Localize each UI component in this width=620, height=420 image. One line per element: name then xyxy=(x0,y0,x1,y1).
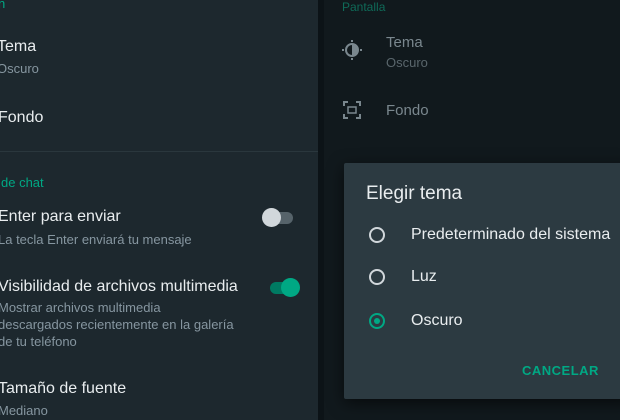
font-size-title: Tamaño de fuente xyxy=(0,380,127,397)
media-visibility-title: Visibilidad de archivos multimedia xyxy=(0,278,238,295)
choose-theme-dialog: Elegir tema Predeterminado del sistema L… xyxy=(344,163,620,399)
media-visibility-description-line2: descargados recientemente en la galería xyxy=(0,317,234,332)
cancel-button[interactable]: CANCELAR xyxy=(522,363,599,378)
enter-to-send-toggle[interactable] xyxy=(262,208,294,228)
theme-value: Oscuro xyxy=(0,61,39,76)
display-section-header: n xyxy=(0,0,6,11)
settings-panel-left: n Tema Oscuro Fondo de chat Enter para e… xyxy=(0,0,318,420)
dialog-title: Elegir tema xyxy=(366,183,463,204)
radio-button-dark[interactable] xyxy=(369,313,385,329)
media-visibility-toggle[interactable] xyxy=(268,278,302,298)
option-label-light: Luz xyxy=(411,268,437,285)
radio-button-system[interactable] xyxy=(369,227,385,243)
font-size-value: Mediano xyxy=(0,403,48,418)
theme-icon xyxy=(342,40,362,60)
enter-to-send-title: Enter para enviar xyxy=(0,208,121,225)
media-visibility-description-line3: de tu teléfono xyxy=(0,334,77,349)
wallpaper-icon xyxy=(343,101,361,119)
divider xyxy=(0,151,318,152)
wallpaper-title: Fondo xyxy=(0,109,44,126)
media-visibility-description-line1: Mostrar archivos multimedia xyxy=(0,300,161,315)
option-label-dark: Oscuro xyxy=(411,312,463,329)
display-section-header: Pantalla xyxy=(342,0,386,14)
option-label-system: Predeterminado del sistema xyxy=(411,226,611,243)
toggle-thumb xyxy=(281,278,300,297)
theme-title: Tema xyxy=(386,34,423,51)
wallpaper-title: Fondo xyxy=(386,102,429,119)
theme-title: Tema xyxy=(0,38,37,55)
toggle-thumb xyxy=(262,208,281,227)
radio-button-light[interactable] xyxy=(369,269,385,285)
enter-to-send-description: La tecla Enter enviará tu mensaje xyxy=(0,232,192,247)
theme-value: Oscuro xyxy=(386,55,428,70)
chat-settings-header: de chat xyxy=(1,175,44,190)
